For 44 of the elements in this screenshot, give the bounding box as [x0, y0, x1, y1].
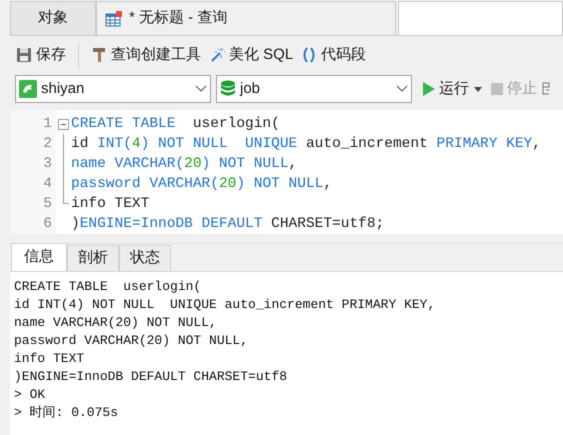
- tab[interactable]: * 无标题 - 查询: [96, 1, 396, 35]
- output-line: CREATE TABLE userlogin(: [14, 278, 202, 296]
- toolbar-button[interactable]: 查询创建工具: [89, 42, 203, 68]
- line-number: 2: [42, 135, 53, 154]
- line-number: 1: [42, 115, 53, 134]
- toolbar-button[interactable]: 美化 SQL: [207, 42, 296, 68]
- chevron-down-icon: [396, 85, 408, 93]
- chevron-down-icon: [195, 85, 207, 93]
- line-number: 6: [42, 215, 53, 234]
- code-line[interactable]: password VARCHAR(20) NOT NULL,: [71, 174, 563, 194]
- toolbar-button[interactable]: 代码段: [299, 42, 368, 68]
- code-line[interactable]: id INT(4) NOT NULL UNIQUE auto_increment PRIMARY KEY,: [71, 134, 563, 154]
- run-button[interactable]: 运行: [423, 78, 469, 100]
- play-icon: [423, 82, 435, 96]
- collapse-icon: [58, 118, 68, 130]
- output-line: id INT(4) NOT NULL UNIQUE auto_increment PRIMARY KEY,: [14, 296, 436, 314]
- line-number: 3: [42, 155, 53, 174]
- tab[interactable]: 信息: [11, 243, 67, 271]
- caret-icon: [474, 86, 482, 92]
- magic-wand-icon: [209, 47, 225, 63]
- dropdown[interactable]: shiyan: [15, 75, 211, 103]
- output-line: > 时间: 0.075s: [14, 404, 118, 422]
- code-line[interactable]: )ENGINE=InnoDB DEFAULT CHARSET=utf8;: [71, 214, 563, 234]
- tab[interactable]: 状态: [119, 245, 171, 271]
- hammer-icon: [91, 47, 107, 63]
- output-line: > OK: [14, 386, 46, 404]
- square-icon: [491, 83, 503, 95]
- tab[interactable]: 剖析: [67, 245, 119, 271]
- output-line: info TEXT: [14, 350, 84, 368]
- tab[interactable]: 对象: [10, 1, 96, 35]
- output-line: )ENGINE=InnoDB DEFAULT CHARSET=utf8: [14, 368, 288, 386]
- code-line[interactable]: CREATE TABLE userlogin(: [71, 114, 563, 134]
- code-line[interactable]: name VARCHAR(20) NOT NULL,: [71, 154, 563, 174]
- output-line: name VARCHAR(20) NOT NULL,: [14, 314, 217, 332]
- line-number: 5: [42, 195, 53, 214]
- toolbar-button[interactable]: 保存: [14, 42, 68, 68]
- table-icon: [105, 10, 123, 26]
- output-line: password VARCHAR(20) NOT NULL,: [14, 332, 248, 350]
- database-icon: [220, 80, 236, 98]
- code-line[interactable]: info TEXT: [71, 194, 563, 214]
- line-number: 4: [42, 175, 53, 194]
- parentheses-icon: [301, 47, 318, 63]
- tree-icon: [542, 82, 552, 96]
- dropdown[interactable]: job: [216, 75, 412, 103]
